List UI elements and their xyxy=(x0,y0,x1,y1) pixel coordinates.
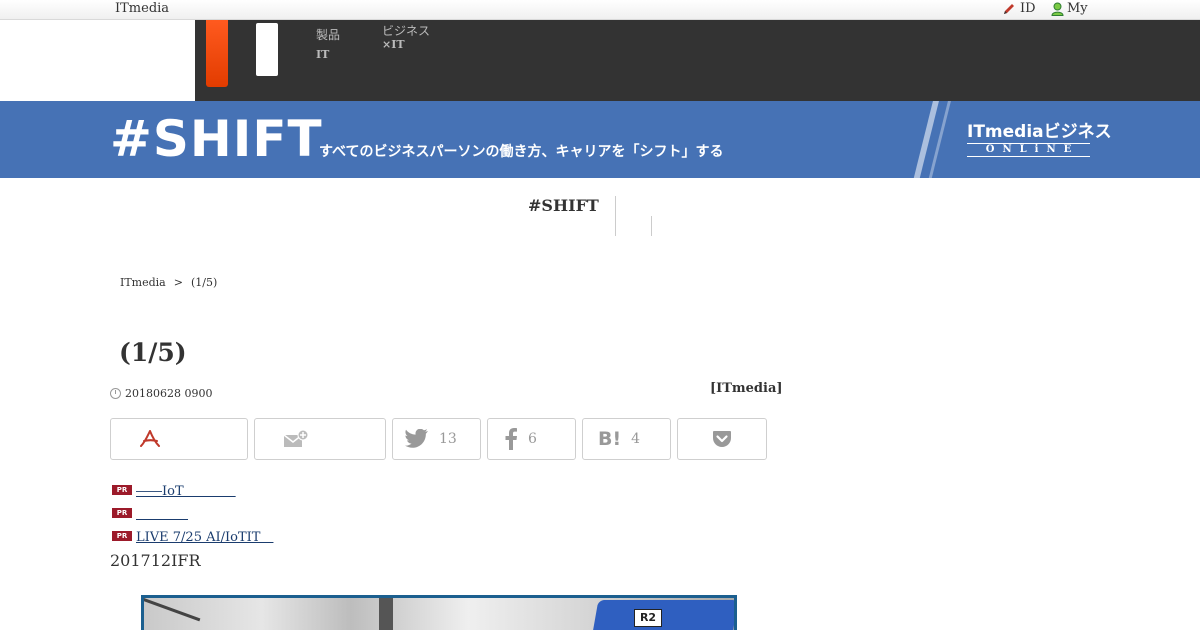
hatena-bookmark-icon: B! xyxy=(598,428,622,450)
article-photo[interactable]: R2 xyxy=(141,595,737,630)
twitter-share-button[interactable]: 13 xyxy=(392,418,481,460)
publish-date: 20180628 0900 xyxy=(110,387,212,400)
pr-badge: PR xyxy=(112,507,132,518)
pr-link[interactable] xyxy=(136,503,188,522)
shift-logo: #SHIFT xyxy=(110,110,323,168)
twitter-icon xyxy=(405,429,428,448)
article-body-text: 201712IFR xyxy=(110,551,201,570)
shift-banner[interactable]: #SHIFT すべてのビジネスパーソンの働き方、キャリアを「シフト」する ITm… xyxy=(0,101,1200,178)
pr-item[interactable]: PR ――IoT xyxy=(112,480,236,499)
facebook-share-button[interactable]: 6 xyxy=(487,418,576,460)
facebook-count: 6 xyxy=(528,431,537,447)
my-label: My xyxy=(1067,1,1088,16)
page-title: (1/5) xyxy=(119,338,187,367)
id-label: ID xyxy=(1020,1,1036,16)
id-link[interactable]: ID xyxy=(1002,1,1036,16)
pr-link[interactable]: ――IoT xyxy=(136,480,236,499)
nav-item-business[interactable]: ビジネス ×IT xyxy=(382,24,431,52)
logo-area xyxy=(0,20,195,101)
pr-badge: PR xyxy=(112,484,132,495)
main-navigation: 製品 IT ビジネス ×IT xyxy=(195,20,1200,101)
nav-item-products-sub: IT xyxy=(316,48,330,61)
banner-tagline: すべてのビジネスパーソンの働き方、キャリアを「シフト」する xyxy=(319,144,724,160)
itmedia-business-logo: ITmediaビジネス xyxy=(967,122,1112,142)
top-utility-bar: ITmedia ID My xyxy=(0,0,1200,20)
photo-robot-arm xyxy=(144,598,201,630)
nav-tab-active[interactable] xyxy=(206,20,228,87)
breadcrumb: ITmedia > (1/5) xyxy=(120,276,217,289)
nav-item-products[interactable]: 製品 IT xyxy=(316,25,340,65)
pr-badge: PR xyxy=(112,530,132,541)
user-icon xyxy=(1051,2,1064,16)
breadcrumb-current: (1/5) xyxy=(190,276,218,289)
twitter-count: 13 xyxy=(439,431,457,447)
breadcrumb-separator: > xyxy=(173,276,183,289)
itmedia-brand-link[interactable]: ITmedia xyxy=(115,1,169,16)
pdf-button[interactable] xyxy=(110,418,248,460)
breadcrumb-home[interactable]: ITmedia xyxy=(120,276,166,289)
pdf-icon xyxy=(140,430,160,447)
clock-icon xyxy=(110,388,121,399)
photo-robot-body xyxy=(589,600,734,630)
itmedia-online-logo: ONLiNE xyxy=(967,143,1090,157)
pocket-button[interactable] xyxy=(677,418,767,460)
subnav-divider xyxy=(651,216,652,236)
nav-item-products-label: 製品 xyxy=(316,28,341,42)
pr-item[interactable]: PR LIVE 7/25 AI/IoTIT xyxy=(112,526,273,545)
mail-add-icon xyxy=(283,430,309,447)
publish-date-text: 20180628 0900 xyxy=(125,387,213,400)
my-link[interactable]: My xyxy=(1051,1,1088,16)
photo-pillar xyxy=(379,598,393,630)
pr-link[interactable]: LIVE 7/25 AI/IoTIT xyxy=(136,526,273,545)
hatena-count: 4 xyxy=(631,431,641,447)
nav-item-business-sub: ×IT xyxy=(382,38,405,51)
hatena-bookmark-button[interactable]: B! 4 xyxy=(582,418,671,460)
subnav-divider xyxy=(615,196,616,236)
banner-stripe xyxy=(910,101,942,178)
photo-robot-label: R2 xyxy=(634,609,662,627)
facebook-icon xyxy=(505,428,517,450)
nav-item-business-label: ビジネス xyxy=(382,24,431,38)
pencil-icon xyxy=(1004,3,1014,14)
subnav-shift-link[interactable]: #SHIFT xyxy=(528,196,599,215)
article-author: [ITmedia] xyxy=(710,381,783,396)
pr-item[interactable]: PR xyxy=(112,503,188,522)
mail-button[interactable] xyxy=(254,418,386,460)
pocket-icon xyxy=(713,431,731,447)
nav-tab-secondary[interactable] xyxy=(256,23,278,76)
